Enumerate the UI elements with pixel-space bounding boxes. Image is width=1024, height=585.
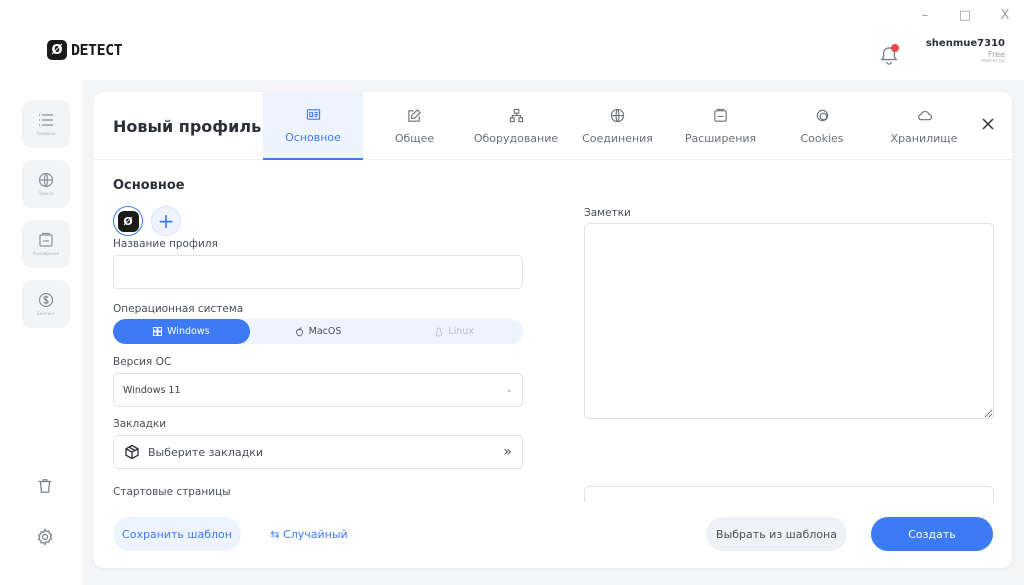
os-version-label: Версия ОС	[113, 356, 172, 368]
add-avatar-button[interactable]: +	[151, 206, 181, 236]
hierarchy-icon	[509, 108, 523, 122]
linux-icon	[436, 327, 443, 336]
notification-dot	[891, 44, 899, 52]
sidebar-item-label: Прокси	[38, 191, 54, 196]
extensions-icon	[39, 232, 53, 247]
os-option-label: Linux	[448, 326, 474, 337]
close-window-button[interactable]: X	[998, 8, 1012, 23]
user-account[interactable]: shenmue7310 Free навсегда	[926, 38, 1005, 64]
apple-icon	[295, 326, 303, 336]
tab-label: Общее	[394, 131, 435, 145]
sidebar-item-label: Расширения	[33, 251, 59, 256]
gear-icon[interactable]	[36, 528, 56, 548]
avatar-glyph: Ø	[117, 210, 139, 232]
trash-icon[interactable]	[36, 477, 56, 497]
section-title: Основное	[113, 178, 185, 193]
cookie-icon	[816, 109, 828, 121]
bookmarks-select[interactable]: Выберите закладки »	[113, 435, 523, 469]
globe-icon	[38, 172, 54, 188]
id-card-icon	[306, 108, 320, 120]
sidebar-item-profiles[interactable]: Профили	[22, 100, 70, 148]
edit-icon	[408, 108, 421, 122]
os-version-value: Windows 11	[123, 384, 181, 396]
cloud-icon	[917, 110, 932, 120]
profile-avatar[interactable]: Ø	[113, 206, 143, 236]
bookmarks-label: Закладки	[113, 418, 167, 430]
sidebar-item-billing[interactable]: Биллинг	[22, 280, 70, 328]
tab-basic[interactable]: Основное	[263, 92, 363, 160]
tab-hardware[interactable]: Оборудование	[466, 92, 566, 160]
windows-icon	[153, 327, 163, 336]
tab-connections[interactable]: Соединения	[566, 92, 669, 160]
tab-label: Расширения	[684, 131, 757, 145]
chevron-down-icon: ⌄	[505, 385, 513, 395]
tab-label: Хранилище	[890, 131, 958, 145]
tab-general[interactable]: Общее	[363, 92, 466, 160]
os-option-label: MacOS	[308, 326, 342, 337]
tab-storage[interactable]: Хранилище	[872, 92, 976, 160]
start-pages-label: Стартовые страницы	[113, 486, 231, 498]
app-logo: Ø DETECT	[47, 40, 123, 60]
notes-textarea[interactable]	[584, 223, 994, 419]
window-controls: – □ X	[918, 8, 1012, 23]
tab-label: Основное	[285, 130, 341, 144]
bookmarks-placeholder: Выберите закладки	[148, 445, 263, 459]
extensions-icon	[714, 108, 727, 122]
choose-template-button[interactable]: Выбрать из шаблона	[706, 517, 847, 551]
os-option-linux[interactable]: Linux	[386, 319, 523, 344]
username: shenmue7310	[925, 38, 1005, 49]
codesandbox-icon	[125, 444, 139, 460]
os-toggle: Windows MacOS Linux	[113, 319, 523, 344]
list-icon	[39, 114, 53, 126]
avatar-row: Ø +	[113, 206, 181, 236]
dollar-icon	[38, 292, 54, 308]
close-dialog-icon[interactable]	[980, 116, 996, 132]
double-chevron-icon: »	[503, 444, 512, 460]
tab-label: Соединения	[582, 131, 653, 145]
sidebar-item-proxy[interactable]: Прокси	[22, 160, 70, 208]
dialog-footer: Сохранить шаблон ⇆ Случайный Выбрать из …	[94, 502, 1012, 568]
random-button[interactable]: ⇆ Случайный	[264, 517, 354, 551]
os-option-windows[interactable]: Windows	[113, 319, 250, 344]
sidebar-item-label: Биллинг	[37, 311, 55, 316]
dialog-header: Новый профиль Основное Общее Оборудовани…	[94, 92, 1012, 160]
tab-cookies[interactable]: Cookies	[772, 92, 872, 160]
tab-label: Оборудование	[473, 131, 559, 145]
save-template-button[interactable]: Сохранить шаблон	[113, 517, 241, 551]
sidebar-item-label: Профили	[36, 131, 56, 136]
profile-name-input[interactable]	[113, 255, 523, 289]
sidebar: Профили Прокси Расширения Биллинг	[22, 100, 70, 340]
tab-bar: Основное Общее Оборудование Соединения Р…	[263, 92, 976, 160]
globe-icon	[610, 108, 625, 122]
os-version-select[interactable]: Windows 11 ⌄	[113, 373, 523, 407]
profile-name-label: Название профиля	[113, 238, 218, 250]
maximize-button[interactable]: □	[958, 8, 972, 23]
notes-label: Заметки	[584, 207, 631, 219]
new-profile-dialog: Новый профиль Основное Общее Оборудовани…	[94, 92, 1012, 568]
plus-icon: +	[157, 209, 175, 233]
logo-text: DETECT	[71, 41, 123, 59]
os-option-macos[interactable]: MacOS	[250, 319, 387, 344]
logo-badge: Ø	[47, 40, 67, 60]
os-label: Операционная система	[113, 303, 244, 315]
os-option-label: Windows	[167, 326, 210, 337]
create-button[interactable]: Создать	[871, 517, 993, 551]
sidebar-item-extensions[interactable]: Расширения	[22, 220, 70, 268]
plan-duration: навсегда	[980, 57, 1005, 64]
minimize-button[interactable]: –	[918, 8, 932, 23]
tab-label: Cookies	[800, 131, 844, 145]
dialog-title: Новый профиль	[113, 117, 262, 136]
tab-extensions[interactable]: Расширения	[669, 92, 772, 160]
notifications-bell-icon[interactable]	[880, 44, 899, 66]
